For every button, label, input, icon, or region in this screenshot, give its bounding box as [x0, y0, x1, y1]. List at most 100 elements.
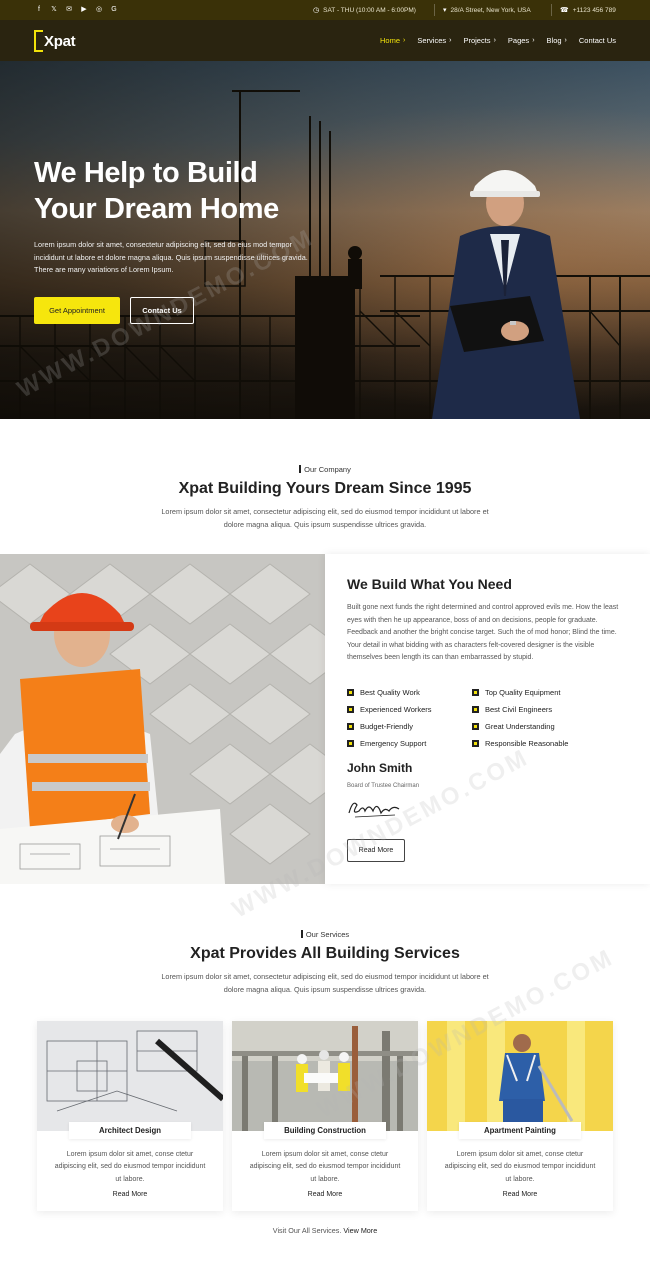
- eyebrow-text: Our Company: [304, 465, 351, 474]
- main-navbar: Xpat Home › Services › Projects › Pages › Bl…: [0, 20, 650, 61]
- nav-item-label: Services: [417, 36, 447, 45]
- feature-label: Emergency Support: [360, 739, 427, 748]
- divider: [434, 4, 435, 16]
- service-card-architect-design[interactable]: Architect Design Lorem ipsum dolor sit a…: [37, 1021, 223, 1211]
- phone-text[interactable]: +1123 456 789: [573, 7, 616, 14]
- nav-item-label: Blog: [546, 36, 562, 45]
- check-square-icon: [472, 740, 479, 747]
- check-square-icon: [472, 723, 479, 730]
- construction-image: [232, 1021, 418, 1131]
- check-square-icon: [347, 723, 354, 730]
- logo[interactable]: Xpat: [34, 30, 76, 52]
- chevron-right-icon: ›: [532, 37, 535, 44]
- hero-text: Lorem ipsum dolor sit amet, consectetur …: [34, 240, 308, 274]
- feature-item: Great Understanding: [472, 722, 555, 731]
- feature-label: Budget-Friendly: [360, 722, 413, 731]
- nav-item-label: Home: [380, 36, 401, 45]
- hero-title-line-2: Your Dream Home: [34, 193, 279, 225]
- service-text: Lorem ipsum dolor sit amet, conse ctetur…: [249, 1151, 401, 1183]
- chevron-right-icon: ›: [564, 37, 567, 44]
- feature-item: Experienced Workers: [347, 705, 432, 714]
- view-all-prefix: Visit Our All Services.: [272, 1226, 342, 1235]
- service-title: Apartment Painting: [459, 1122, 581, 1139]
- view-more-link[interactable]: View More: [343, 1226, 377, 1235]
- view-all-services: Visit Our All Services. View More: [0, 1226, 650, 1235]
- phone-info[interactable]: ☎ +1123 456 789: [560, 0, 616, 20]
- about-text: Built gone next funds the right determin…: [347, 604, 619, 662]
- feature-label: Best Quality Work: [360, 688, 420, 697]
- hero-title: We Help to Build Your Dream Home: [34, 155, 334, 227]
- services-subtitle: Lorem ipsum dolor sit amet, consectetur …: [161, 972, 489, 994]
- feature-item: Budget-Friendly: [347, 722, 413, 731]
- nav-item-blog[interactable]: Blog ›: [547, 36, 567, 45]
- service-card-apartment-painting[interactable]: Apartment Painting Lorem ipsum dolor sit…: [427, 1021, 613, 1211]
- company-title: Xpat Building Yours Dream Since 1995: [178, 480, 472, 497]
- hero-banner: We Help to Build Your Dream Home Lorem i…: [0, 61, 650, 419]
- eyebrow-text: Our Services: [305, 930, 350, 939]
- service-read-more-link[interactable]: Read More: [37, 1191, 223, 1198]
- about-card: We Build What You Need Built gone next f…: [325, 554, 650, 884]
- service-title: Architect Design: [69, 1122, 191, 1139]
- google-plus-icon[interactable]: G: [110, 6, 118, 14]
- facebook-icon[interactable]: f: [35, 6, 43, 14]
- instagram-icon[interactable]: ◎: [95, 6, 103, 14]
- nav-item-projects[interactable]: Projects ›: [463, 36, 495, 45]
- feature-label: Great Understanding: [485, 722, 555, 731]
- feature-label: Top Quality Equipment: [485, 688, 561, 697]
- services-eyebrow: Our Services: [0, 930, 650, 939]
- service-text: Lorem ipsum dolor sit amet, conse ctetur…: [444, 1151, 596, 1183]
- nav-item-services[interactable]: Services ›: [417, 36, 451, 45]
- check-square-icon: [347, 689, 354, 696]
- nav-item-label: Pages: [507, 36, 530, 45]
- services-title: Xpat Provides All Building Services: [190, 945, 460, 962]
- nav-item-label: Contact Us: [578, 36, 616, 45]
- feature-item: Top Quality Equipment: [472, 688, 560, 697]
- feature-item: Best Quality Work: [347, 688, 420, 697]
- nav-item-home[interactable]: Home ›: [380, 36, 405, 45]
- hours-text: SAT - THU (10:00 AM - 6:00PM): [323, 6, 416, 14]
- divider: [551, 4, 552, 16]
- engineer-photo: [0, 554, 325, 884]
- feature-item: Emergency Support: [347, 739, 426, 748]
- logo-mark: [34, 30, 43, 52]
- service-card-building-construction[interactable]: Building Construction Lorem ipsum dolor …: [232, 1021, 418, 1211]
- twitter-icon[interactable]: 𝕏: [50, 6, 58, 14]
- phone-icon: ☎: [560, 7, 569, 14]
- get-appointment-button[interactable]: Get Appointment: [34, 297, 120, 324]
- service-read-more-link[interactable]: Read More: [232, 1191, 418, 1198]
- painting-image: [427, 1021, 613, 1131]
- person-role: Board of Trustee Chairman: [347, 783, 420, 789]
- feature-label: Responsible Reasonable: [485, 739, 569, 748]
- nav-item-label: Projects: [463, 36, 491, 45]
- businessman-image: [432, 170, 580, 419]
- nav-item-contact[interactable]: Contact Us: [579, 36, 616, 45]
- engineer-image: [0, 554, 325, 884]
- address-text: 28/A Street, New York, USA: [450, 6, 531, 14]
- feature-item: Best Civil Engineers: [472, 705, 552, 714]
- feature-label: Experienced Workers: [360, 705, 432, 714]
- check-square-icon: [472, 706, 479, 713]
- check-square-icon: [472, 689, 479, 696]
- chevron-right-icon: ›: [449, 37, 452, 44]
- chevron-right-icon: ›: [403, 37, 406, 44]
- company-subtitle: Lorem ipsum dolor sit amet, consectetur …: [161, 507, 489, 529]
- about-read-more-button[interactable]: Read More: [347, 839, 405, 862]
- hero-title-line-1: We Help to Build: [34, 157, 258, 189]
- chevron-right-icon: ›: [493, 37, 496, 44]
- youtube-icon[interactable]: ▶: [80, 6, 88, 14]
- eyebrow-bar: [300, 930, 303, 938]
- check-square-icon: [347, 740, 354, 747]
- blueprint-image: [37, 1021, 223, 1131]
- construction-photo: [232, 1021, 418, 1131]
- check-square-icon: [347, 706, 354, 713]
- service-read-more-link[interactable]: Read More: [427, 1191, 613, 1198]
- nav-menu: Home › Services › Projects › Pages › Blog › C…: [380, 20, 616, 61]
- mail-icon[interactable]: ✉: [65, 6, 73, 14]
- nav-item-pages[interactable]: Pages ›: [508, 36, 535, 45]
- painting-photo: [427, 1021, 613, 1131]
- about-heading: We Build What You Need: [347, 576, 512, 592]
- blueprint-photo: [37, 1021, 223, 1131]
- eyebrow-bar: [299, 465, 302, 473]
- clock-icon: ◷: [313, 7, 320, 14]
- contact-us-button[interactable]: Contact Us: [130, 297, 194, 324]
